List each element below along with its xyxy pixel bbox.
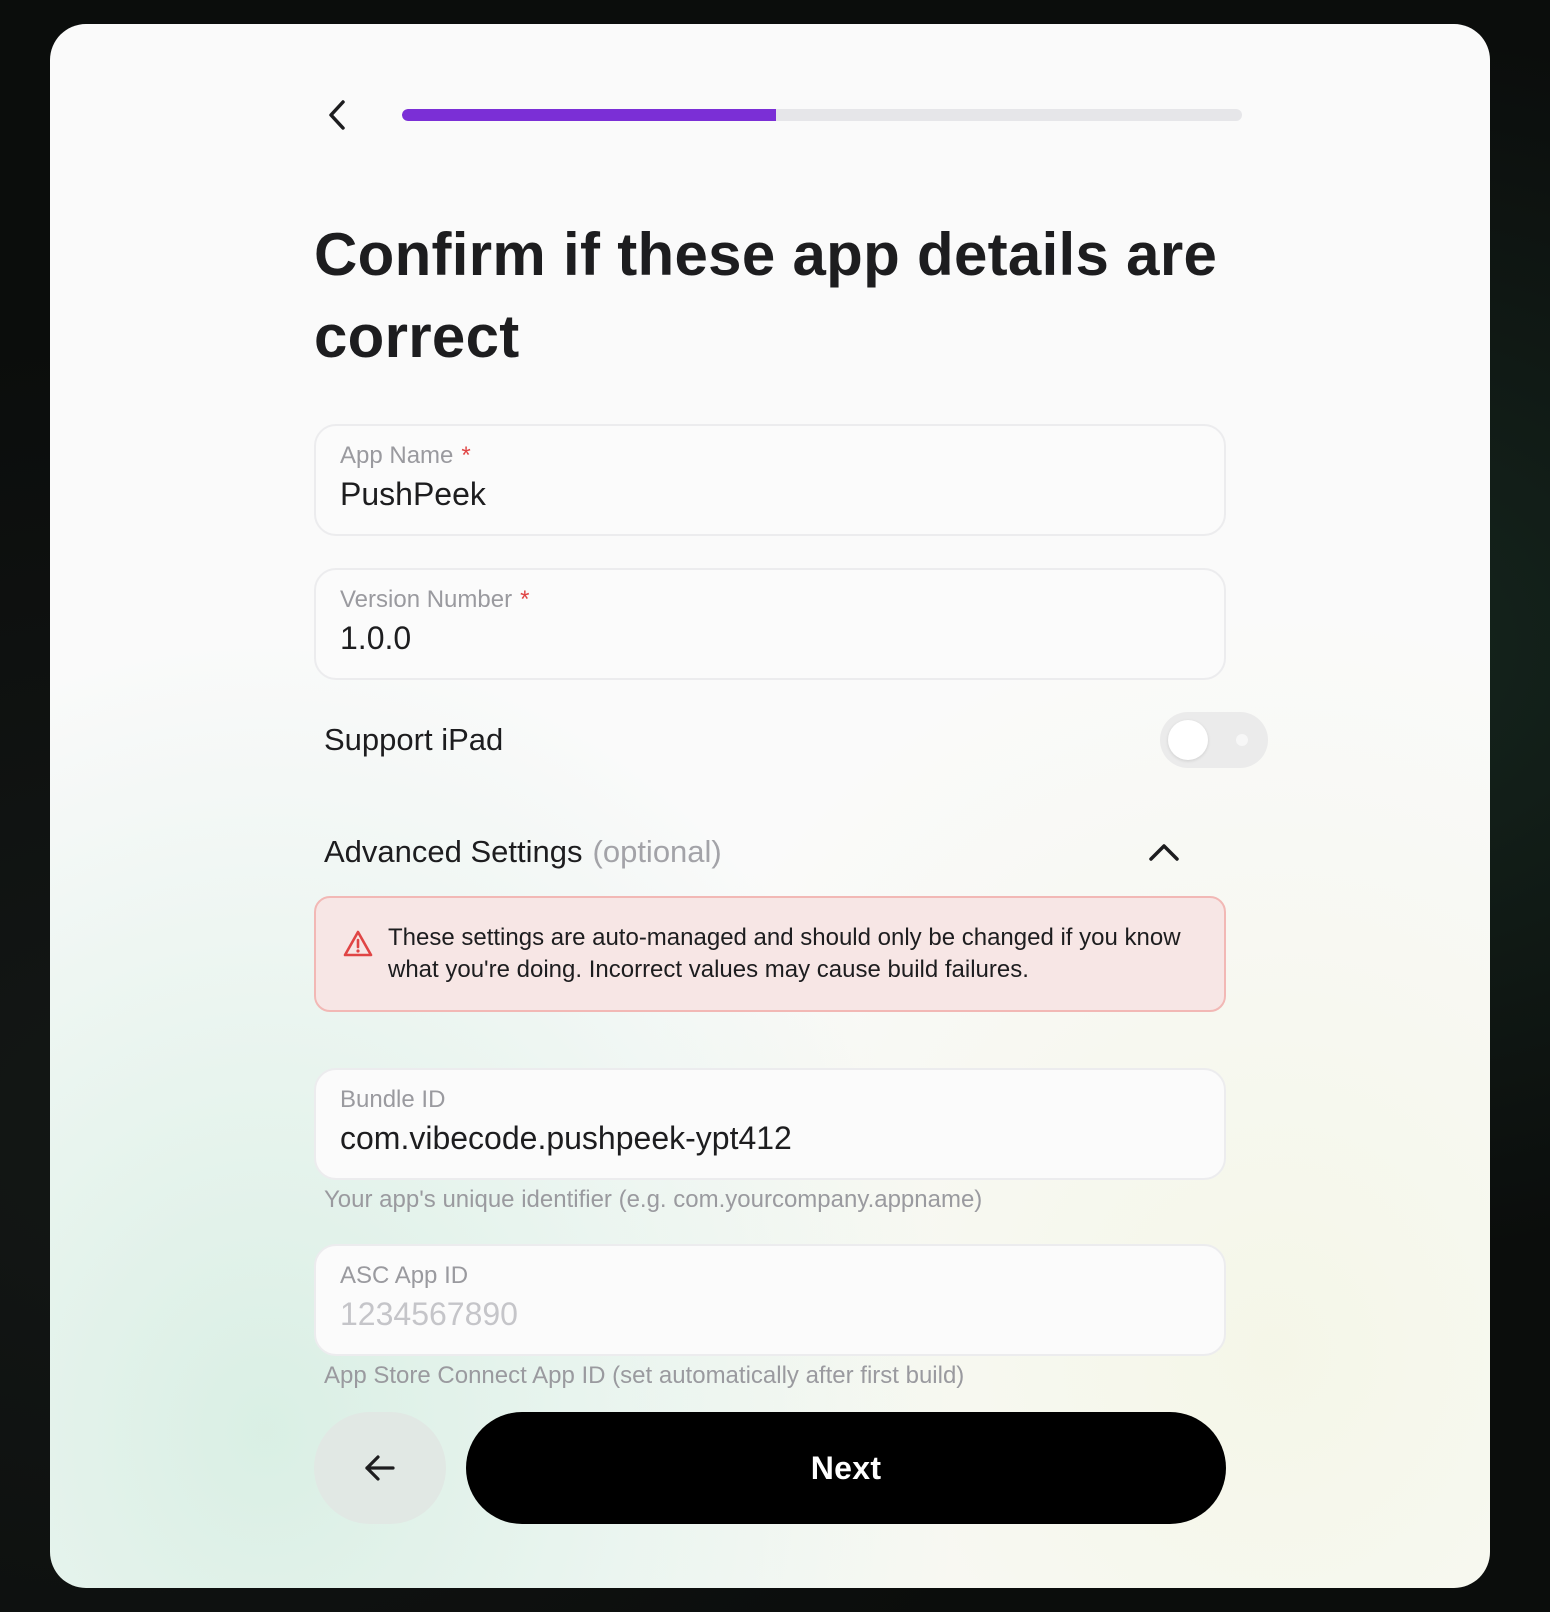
app-details-modal: Confirm if these app details are correct… bbox=[50, 24, 1490, 1588]
progress-bar-fill bbox=[402, 109, 776, 121]
bundle-id-label: Bundle ID bbox=[340, 1086, 446, 1113]
advanced-settings-label: Advanced Settings (optional) bbox=[324, 834, 722, 869]
version-number-label: Version Number * bbox=[340, 586, 530, 613]
asc-app-id-field[interactable]: ASC App ID 1234567890 bbox=[314, 1244, 1226, 1356]
asc-app-id-label: ASC App ID bbox=[340, 1262, 469, 1289]
app-name-value: PushPeek bbox=[340, 476, 486, 512]
modal-topbar bbox=[314, 90, 1242, 140]
toggle-knob bbox=[1168, 720, 1208, 760]
support-ipad-label: Support iPad bbox=[324, 722, 504, 757]
asc-app-id-placeholder: 1234567890 bbox=[340, 1296, 518, 1332]
toggle-off-indicator bbox=[1236, 734, 1248, 746]
next-button[interactable]: Next bbox=[466, 1412, 1226, 1524]
page-title: Confirm if these app details are correct bbox=[314, 221, 1218, 370]
support-ipad-toggle[interactable] bbox=[1160, 712, 1268, 768]
version-number-field[interactable]: Version Number * 1.0.0 bbox=[314, 568, 1226, 680]
advanced-settings-toggle[interactable]: Advanced Settings (optional) bbox=[314, 824, 1228, 880]
warning-triangle-icon bbox=[343, 930, 373, 957]
warning-banner: These settings are auto-managed and shou… bbox=[314, 896, 1226, 1012]
warning-text: These settings are auto-managed and shou… bbox=[388, 924, 1181, 983]
required-asterisk: * bbox=[520, 586, 530, 613]
arrow-left-icon bbox=[365, 1455, 395, 1481]
version-number-value: 1.0.0 bbox=[340, 620, 412, 656]
bundle-id-helper: Your app's unique identifier (e.g. com.y… bbox=[324, 1186, 983, 1213]
asc-app-id-helper: App Store Connect App ID (set automatica… bbox=[324, 1362, 965, 1389]
back-button[interactable] bbox=[314, 1412, 446, 1524]
optional-label: (optional) bbox=[592, 834, 722, 869]
chevron-up-icon bbox=[1144, 832, 1184, 872]
chevron-left-icon bbox=[329, 100, 345, 130]
bundle-id-value: com.vibecode.pushpeek-ypt412 bbox=[340, 1120, 792, 1156]
back-chevron-button[interactable] bbox=[320, 90, 356, 140]
progress-bar bbox=[402, 109, 1242, 121]
app-name-field[interactable]: App Name * PushPeek bbox=[314, 424, 1226, 536]
required-asterisk: * bbox=[461, 442, 471, 469]
bundle-id-field[interactable]: Bundle ID com.vibecode.pushpeek-ypt412 bbox=[314, 1068, 1226, 1180]
app-name-label: App Name * bbox=[340, 442, 471, 469]
